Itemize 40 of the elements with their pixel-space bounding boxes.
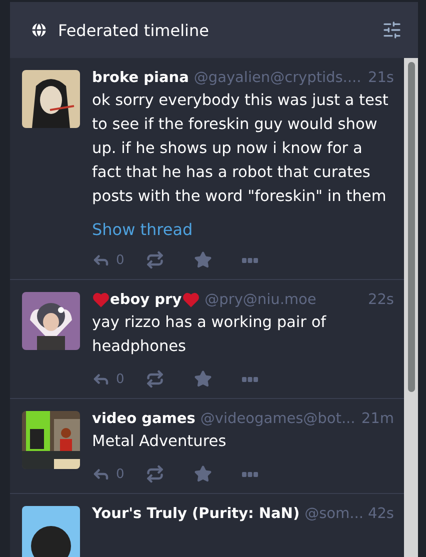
- boost-button[interactable]: [146, 370, 164, 388]
- more-button[interactable]: [242, 258, 258, 262]
- post-time: 22s: [368, 292, 394, 308]
- star-icon: [194, 251, 212, 269]
- post-text: Metal Adventures: [92, 431, 228, 452]
- heart-icon: [92, 292, 110, 308]
- account-handle: @som...: [304, 506, 362, 522]
- more-button[interactable]: [242, 376, 258, 382]
- post-time: 21s: [368, 70, 394, 86]
- account-handle: @gayalien@cryptids....: [194, 70, 362, 86]
- post-time: 42s: [368, 506, 394, 522]
- post-text: yay rizzo has a working pair of headphones: [92, 312, 328, 357]
- post-time: 21m: [361, 411, 394, 427]
- repeat-icon: [146, 251, 164, 269]
- column-title: Federated timeline: [58, 20, 210, 40]
- ellipsis-icon: [242, 472, 258, 476]
- more-button[interactable]: [242, 472, 258, 476]
- repeat-icon: [146, 370, 164, 388]
- account-handle: @videogames@bot...: [200, 411, 356, 427]
- display-name[interactable]: broke piana: [92, 70, 189, 86]
- boost-button[interactable]: [146, 251, 164, 269]
- favourite-button[interactable]: [194, 251, 212, 269]
- repeat-icon: [146, 465, 164, 483]
- heart-icon: [182, 292, 200, 308]
- globe-icon: [30, 21, 48, 39]
- ellipsis-icon: [242, 258, 258, 262]
- post-text: ok sorry everybody this was just a test to see if the foreskin guy would show up. if he shows up now i know for a fact that he has a robot that curates posts with the word "foreskin" in them: [92, 90, 390, 207]
- account-handle: @pry@niu.moe: [204, 292, 318, 308]
- display-name[interactable]: video games: [92, 411, 196, 427]
- display-name[interactable]: Your's Truly (Purity: NaN): [92, 506, 300, 522]
- boost-button[interactable]: [146, 465, 164, 483]
- favourite-button[interactable]: [194, 370, 212, 388]
- star-icon: [194, 465, 212, 483]
- show-thread-link[interactable]: Show thread: [92, 220, 193, 239]
- ellipsis-icon: [242, 376, 258, 382]
- scrollbar[interactable]: [404, 58, 418, 557]
- display-name[interactable]: eboy pry: [110, 292, 182, 308]
- star-icon: [194, 370, 212, 388]
- settings-icon[interactable]: [382, 20, 402, 40]
- favourite-button[interactable]: [194, 465, 212, 483]
